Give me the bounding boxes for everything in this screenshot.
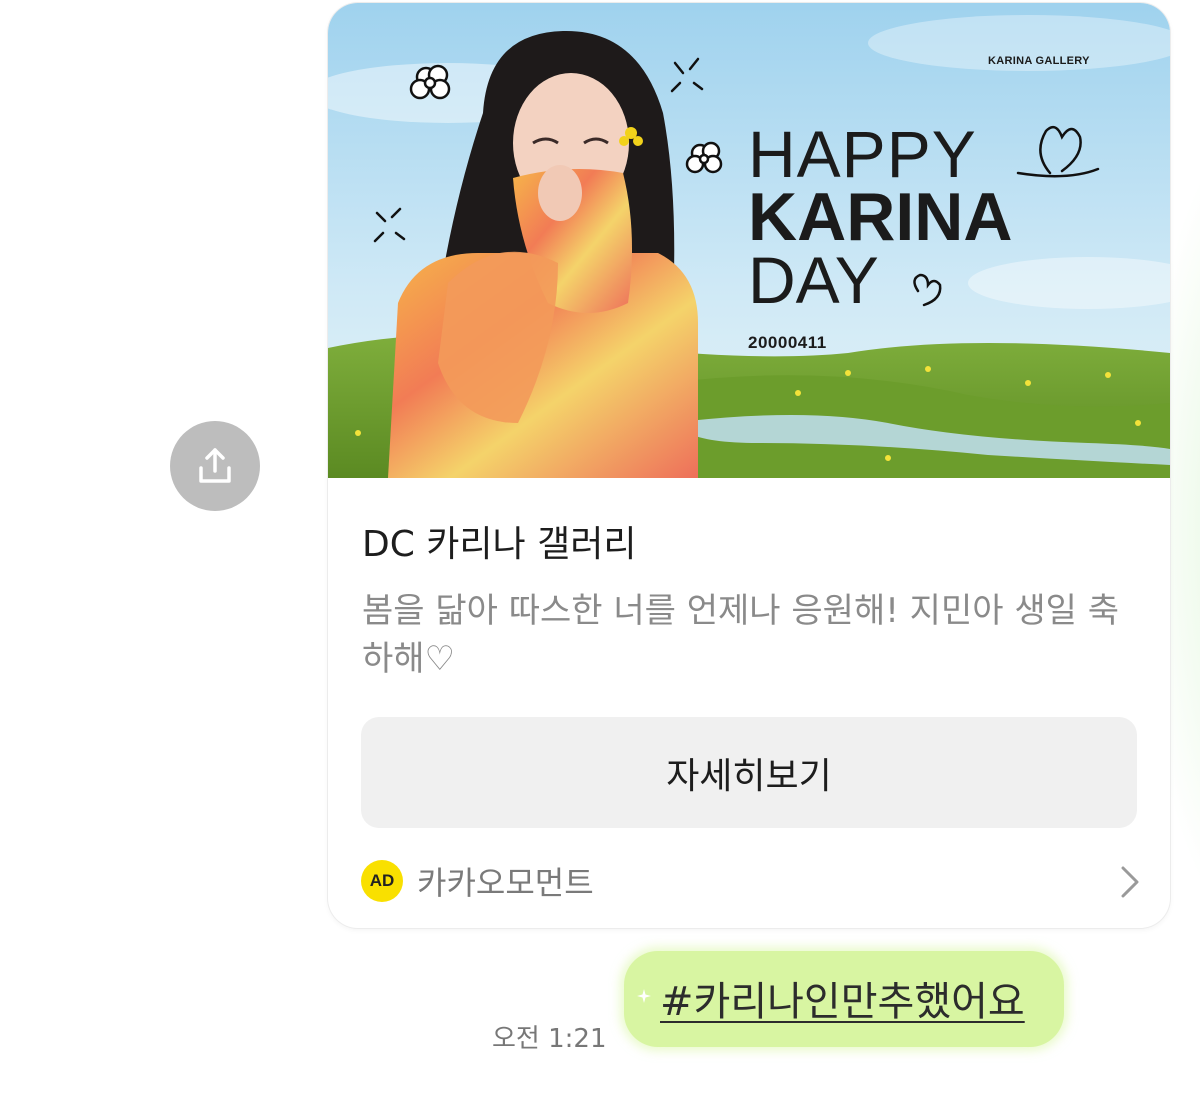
hashtag-link[interactable]: #카리나인만추했어요: [660, 969, 1025, 1027]
ad-badge: AD: [361, 860, 403, 902]
banner-headline: HAPPY KARINA DAY: [748, 117, 1013, 317]
ad-card[interactable]: KARINA GALLERY HAPPY KARINA DAY 20000411…: [328, 3, 1170, 928]
advertiser-label: 카카오모먼트: [417, 864, 594, 902]
banner-line-day: DAY: [748, 243, 879, 317]
share-icon: [199, 448, 231, 483]
card-description: 봄을 닮아 따스한 너를 언제나 응원해! 지민아 생일 축하해♡: [362, 591, 1119, 679]
chevron-right-icon[interactable]: [1119, 865, 1141, 899]
banner-gallery-tag: KARINA GALLERY: [988, 55, 1090, 67]
banner-image[interactable]: KARINA GALLERY HAPPY KARINA DAY 20000411: [328, 3, 1170, 478]
sent-message-bubble[interactable]: #카리나인만추했어요: [624, 951, 1064, 1047]
message-timestamp: 오전 1:21: [492, 1024, 607, 1054]
ad-footer[interactable]: AD 카카오모먼트: [361, 859, 1141, 903]
view-details-button[interactable]: 자세히보기: [361, 717, 1137, 828]
banner-line-karina: KARINA: [748, 179, 1013, 255]
sparkle-icon: [637, 989, 651, 1003]
card-title: DC 카리나 갤러리: [362, 524, 637, 565]
banner-line-happy: HAPPY: [748, 117, 977, 191]
banner-date: 20000411: [748, 333, 827, 352]
share-button[interactable]: [170, 421, 260, 511]
